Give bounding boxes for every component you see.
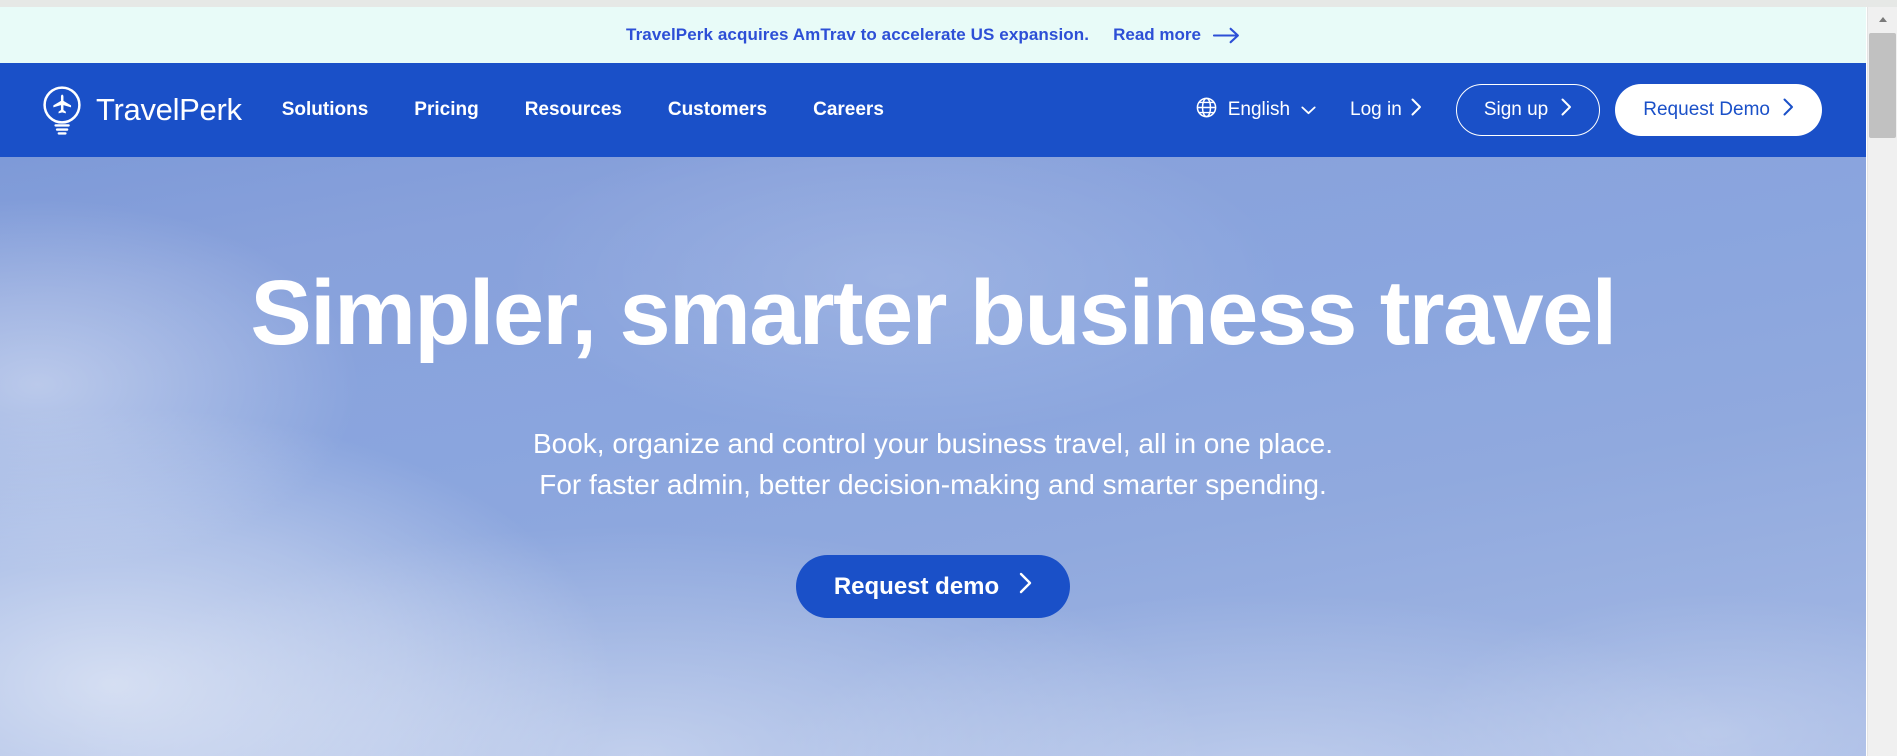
travelperk-airplane-lightbulb-logo-icon (42, 85, 82, 135)
request-demo-hero-label: Request demo (833, 572, 1000, 600)
login-link[interactable]: Log in (1350, 98, 1422, 122)
globe-icon (1196, 97, 1217, 124)
browser-viewport: TravelPerk acquires AmTrav to accelerate… (0, 7, 1866, 756)
browser-chrome-strip (0, 0, 1897, 7)
announcement-text: TravelPerk acquires AmTrav to accelerate… (626, 25, 1090, 44)
arrow-right-icon (1212, 27, 1240, 44)
signup-button[interactable]: Sign up (1455, 84, 1601, 136)
announcement-read-more-link[interactable]: Read more (1113, 25, 1240, 45)
main-navbar: TravelPerk Solutions Pricing Resources C… (0, 63, 1866, 157)
page-scrollbar[interactable] (1867, 7, 1897, 756)
request-demo-nav-button[interactable]: Request Demo (1615, 84, 1822, 136)
page-title: Simpler, smarter business travel (250, 262, 1617, 364)
announcement-banner: TravelPerk acquires AmTrav to accelerate… (0, 7, 1866, 63)
login-label: Log in (1350, 99, 1402, 120)
scroll-up-arrow-icon[interactable] (1868, 7, 1897, 31)
nav-link-careers[interactable]: Careers (813, 99, 884, 121)
request-demo-nav-label: Request Demo (1643, 99, 1770, 120)
navbar-right-actions: English Log in Sign up Request Demo (1196, 84, 1822, 136)
hero-subtitle: Book, organize and control your business… (533, 423, 1333, 505)
chevron-right-icon (1019, 572, 1032, 601)
primary-nav-links: Solutions Pricing Resources Customers Ca… (282, 99, 884, 121)
language-selector[interactable]: English (1196, 97, 1316, 124)
nav-link-resources[interactable]: Resources (525, 99, 622, 121)
nav-link-customers[interactable]: Customers (668, 99, 767, 121)
hero-subtitle-line-2: For faster admin, better decision-making… (539, 468, 1327, 500)
request-demo-hero-button[interactable]: Request demo (795, 555, 1071, 619)
page-root: TravelPerk acquires AmTrav to accelerate… (0, 0, 1897, 756)
chevron-right-icon (1783, 98, 1794, 122)
scrollbar-thumb[interactable] (1869, 33, 1896, 138)
hero-content: Simpler, smarter business travel Book, o… (0, 157, 1866, 756)
chevron-right-icon (1411, 98, 1422, 122)
brand-logo-link[interactable]: TravelPerk (42, 85, 242, 135)
hero-section: Simpler, smarter business travel Book, o… (0, 157, 1866, 756)
chevron-right-icon (1561, 98, 1572, 122)
language-value: English (1227, 99, 1291, 120)
nav-link-pricing[interactable]: Pricing (414, 99, 478, 121)
nav-link-solutions[interactable]: Solutions (282, 99, 369, 121)
announcement-read-more-label: Read more (1113, 25, 1201, 44)
brand-name: TravelPerk (96, 92, 242, 127)
chevron-down-icon (1301, 99, 1316, 121)
hero-subtitle-line-1: Book, organize and control your business… (532, 427, 1334, 459)
signup-label: Sign up (1483, 99, 1549, 120)
